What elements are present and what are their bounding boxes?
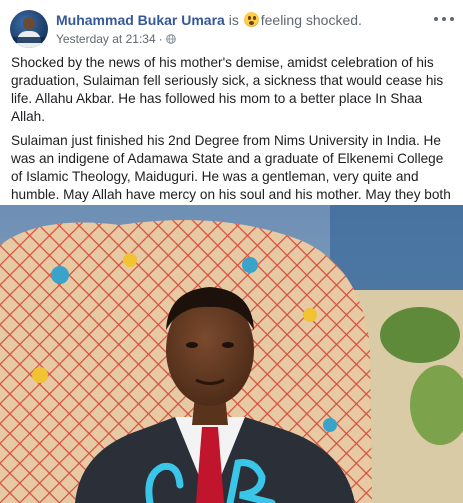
author-line: Muhammad Bukar Umara is feeling shocked. <box>56 11 362 29</box>
net-tassel <box>51 266 69 284</box>
avatar-face <box>23 17 35 30</box>
feeling-text: feeling shocked. <box>260 12 362 28</box>
globe-icon[interactable] <box>165 34 176 44</box>
net-tassel <box>123 253 137 267</box>
meta-separator: · <box>158 32 163 46</box>
more-options-icon[interactable] <box>434 12 454 26</box>
post-paragraph-1: Shocked by the news of his mother's demi… <box>11 55 444 124</box>
shocked-face-icon <box>243 12 259 27</box>
post-body: Shocked by the news of his mother's demi… <box>11 54 454 228</box>
feeling-prefix: is <box>228 12 239 28</box>
net-tassel <box>303 308 317 322</box>
post-photo[interactable] <box>0 205 463 503</box>
building-bg <box>330 205 463 290</box>
avatar-banner <box>13 37 45 43</box>
right-eye <box>222 342 234 348</box>
net-tassel <box>242 257 258 273</box>
tree-bg <box>380 307 460 363</box>
post-header: Muhammad Bukar Umara is feeling shocked.… <box>10 10 456 50</box>
post-meta: Yesterday at 21:34 · <box>56 32 176 46</box>
left-eye <box>186 342 198 348</box>
menu-dot <box>434 17 438 21</box>
menu-dot <box>442 17 446 21</box>
author-name[interactable]: Muhammad Bukar Umara <box>56 12 225 28</box>
net-tassel <box>323 418 337 432</box>
facebook-post: Muhammad Bukar Umara is feeling shocked.… <box>0 0 463 503</box>
photo-graphic <box>0 205 463 503</box>
post-timestamp[interactable]: Yesterday at 21:34 <box>56 32 156 46</box>
menu-dot <box>450 17 454 21</box>
author-avatar[interactable] <box>10 10 48 48</box>
net-tassel <box>32 367 48 383</box>
